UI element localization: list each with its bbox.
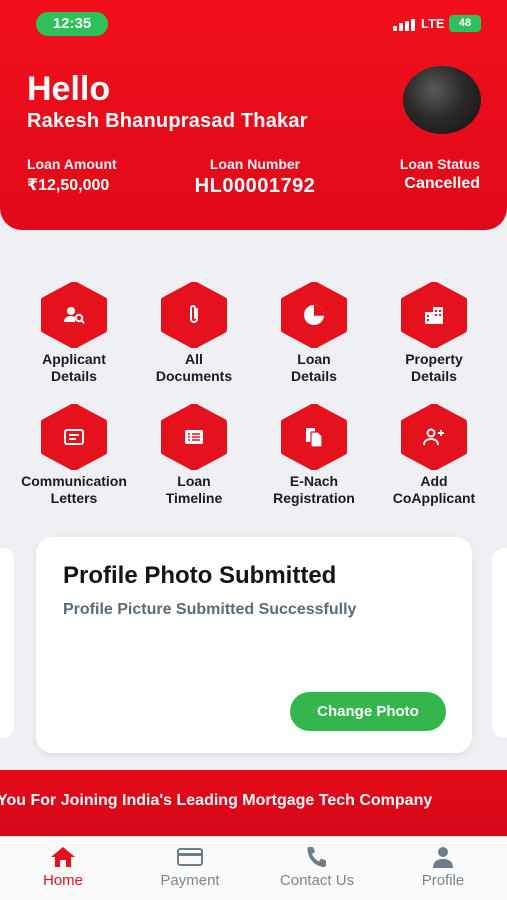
loan-number-label: Loan Number <box>209 156 301 172</box>
banner-text: You For Joining India's Leading Mortgage… <box>0 792 433 809</box>
tile-label: Applicant <box>42 351 106 367</box>
network-type: LTE <box>421 16 445 31</box>
card-title: Profile Photo Submitted <box>63 562 337 589</box>
marquee-banner: You For Joining India's Leading Mortgage… <box>0 770 507 836</box>
nav-contact[interactable]: Contact Us <box>262 845 372 889</box>
tile-label: CoApplicant <box>392 490 476 506</box>
user-search-icon <box>64 307 85 324</box>
tile-label: E-Nach <box>289 473 339 489</box>
loan-number: Loan Number HL00001792 <box>185 156 325 198</box>
user-name: Rakesh Bhanuprasad Thakar <box>27 110 308 132</box>
tile-label: Registration <box>273 490 355 506</box>
tile-label: Loan <box>297 351 331 367</box>
pie-chart-icon <box>304 305 324 325</box>
phone-icon <box>307 847 326 867</box>
add-user-icon <box>423 428 444 446</box>
tile-label: Documents <box>155 368 233 384</box>
nav-label: Payment <box>160 872 220 889</box>
tile-label: Details <box>291 368 337 384</box>
nav-label: Home <box>42 872 83 889</box>
credit-card-icon <box>177 848 203 866</box>
greeting: Hello <box>27 70 111 108</box>
header: 12:35 LTE 48 Hello Rakesh Bhanuprasad Th… <box>0 0 507 230</box>
nav-label: Profile <box>421 872 465 889</box>
loan-amount-value: ₹12,50,000 <box>27 177 110 194</box>
loan-amount-label: Loan Amount <box>27 156 117 172</box>
tile-applicant-details[interactable]: Applicant Details <box>9 282 139 385</box>
tile-label: Timeline <box>165 490 223 506</box>
loan-status: Loan Status Cancelled <box>400 156 480 193</box>
signal-icon <box>393 19 415 31</box>
tile-enach-registration[interactable]: E-Nach Registration <box>249 404 379 507</box>
avatar[interactable] <box>403 66 481 134</box>
letter-icon <box>64 429 84 445</box>
nav-profile[interactable]: Profile <box>388 845 498 889</box>
person-icon <box>433 847 453 868</box>
loan-amount: Loan Amount ₹12,50,000 <box>27 156 117 195</box>
tile-label: Details <box>411 368 457 384</box>
tile-label: Loan <box>177 473 211 489</box>
loan-status-value: Cancelled <box>404 175 480 192</box>
tile-add-coapplicant[interactable]: Add CoApplicant <box>369 404 499 507</box>
nav-payment[interactable]: Payment <box>135 845 245 889</box>
status-time: 12:35 <box>36 12 108 36</box>
tile-label: Letters <box>50 490 98 506</box>
tile-label: Communication <box>21 473 127 489</box>
battery-icon: 48 <box>449 15 481 32</box>
tile-loan-timeline[interactable]: Loan Timeline <box>129 404 259 507</box>
list-icon <box>185 430 203 444</box>
status-bar: 12:35 LTE 48 <box>0 12 507 38</box>
tile-label: Add <box>420 473 448 489</box>
tile-label: All <box>185 351 203 367</box>
change-photo-button[interactable]: Change Photo <box>290 692 446 731</box>
building-icon <box>425 307 443 324</box>
nav-home[interactable]: Home <box>8 845 118 889</box>
nav-label: Contact Us <box>279 872 355 889</box>
tile-communication-letters[interactable]: Communication Letters <box>9 404 139 507</box>
carousel-card-previous[interactable] <box>0 548 14 738</box>
carousel-card-next[interactable] <box>492 548 507 738</box>
loan-status-label: Loan Status <box>399 156 480 172</box>
documents-icon <box>306 428 323 448</box>
card-subtitle: Profile Picture Submitted Successfully <box>63 601 357 618</box>
bottom-nav: Home Payment Contact Us Profile <box>0 836 507 900</box>
profile-photo-card: Profile Photo Submitted Profile Picture … <box>36 537 472 753</box>
tile-property-details[interactable]: Property Details <box>369 282 499 385</box>
home-icon <box>51 847 75 867</box>
tile-label: Property <box>405 351 463 367</box>
loan-number-value: HL00001792 <box>194 175 316 197</box>
tile-label: Details <box>51 368 97 384</box>
paperclip-icon <box>190 305 198 323</box>
tile-loan-details[interactable]: Loan Details <box>249 282 379 385</box>
tile-all-documents[interactable]: All Documents <box>129 282 259 385</box>
